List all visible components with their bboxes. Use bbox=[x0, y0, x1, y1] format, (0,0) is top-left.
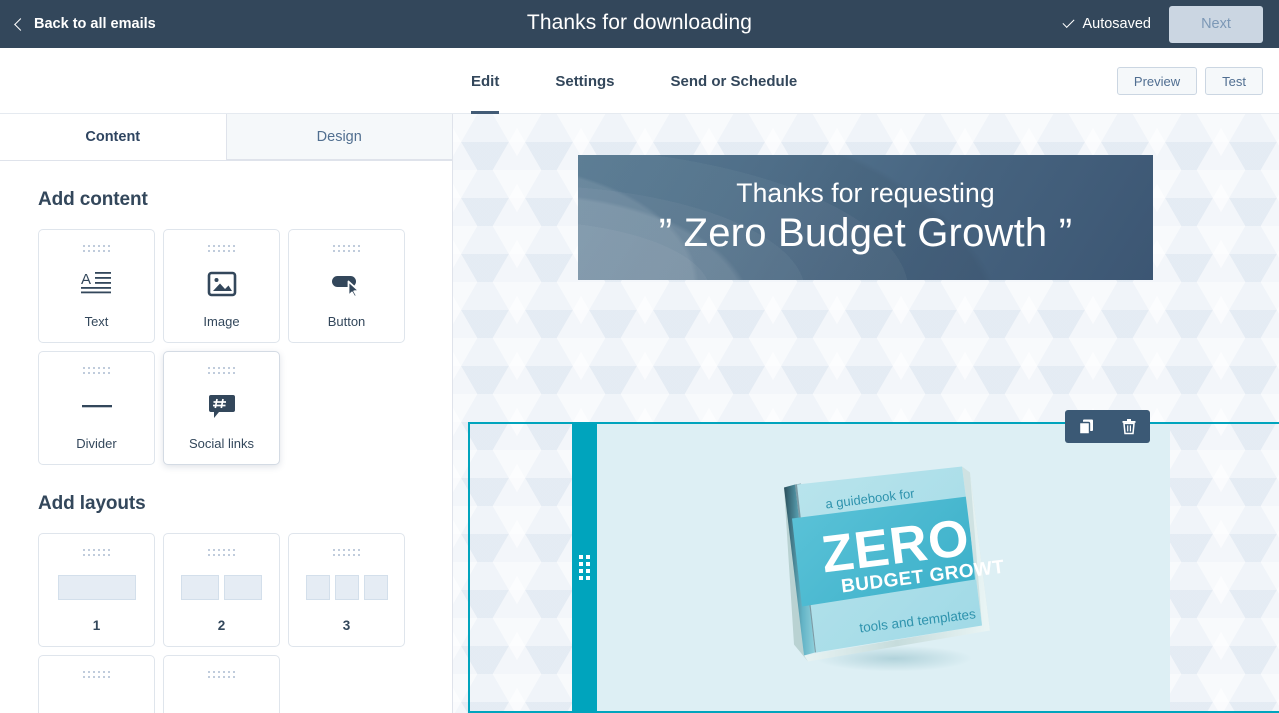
sidebar-tab-content[interactable]: Content bbox=[0, 114, 226, 160]
back-to-all-emails-link[interactable]: Back to all emails bbox=[14, 16, 156, 32]
module-drag-handle[interactable] bbox=[572, 424, 597, 711]
tab-edit[interactable]: Edit bbox=[471, 48, 500, 114]
divider-icon bbox=[39, 375, 154, 436]
content-card-text[interactable]: A Text bbox=[38, 229, 155, 343]
module-toolbar bbox=[1065, 410, 1150, 443]
layout-preview-5 bbox=[164, 679, 279, 713]
layout-card-5[interactable] bbox=[163, 655, 280, 713]
drag-dots-icon bbox=[82, 367, 111, 375]
content-card-button[interactable]: Button bbox=[288, 229, 405, 343]
module-content-area[interactable]: a guidebook for ZERO BUDGET GROWTH tools… bbox=[597, 424, 1170, 711]
check-icon bbox=[1062, 15, 1075, 29]
layout-card-1[interactable]: 1 bbox=[38, 533, 155, 647]
tab-settings[interactable]: Settings bbox=[555, 48, 614, 114]
content-card-label: Divider bbox=[76, 436, 117, 451]
top-bar: Back to all emails Thanks for downloadin… bbox=[0, 0, 1279, 48]
drag-dots-icon bbox=[207, 549, 236, 557]
autosaved-status: Autosaved bbox=[1062, 15, 1151, 32]
add-content-title: Add content bbox=[38, 189, 148, 210]
sidebar-tab-design[interactable]: Design bbox=[225, 114, 452, 160]
book-image: a guidebook for ZERO BUDGET GROWTH tools… bbox=[764, 460, 1019, 675]
left-sidebar: Content Design Add content A Text Image … bbox=[0, 114, 453, 713]
preview-button[interactable]: Preview bbox=[1116, 67, 1198, 95]
hero-banner-module[interactable]: Thanks for requesting ” Zero Budget Grow… bbox=[578, 155, 1153, 280]
drag-dots-icon bbox=[82, 671, 111, 679]
drag-dots-icon bbox=[332, 549, 361, 557]
layout-card-4[interactable] bbox=[38, 655, 155, 713]
drag-dots-icon bbox=[332, 245, 361, 253]
add-content-grid: A Text Image Button Divider Social links bbox=[38, 229, 414, 465]
drag-dots-icon bbox=[207, 671, 236, 679]
chevron-left-icon bbox=[14, 17, 27, 31]
drag-dots-icon bbox=[207, 245, 236, 253]
layout-card-2[interactable]: 2 bbox=[163, 533, 280, 647]
add-layouts-grid: 1 2 3 bbox=[38, 533, 414, 713]
layout-card-label: 2 bbox=[217, 618, 226, 633]
drag-dots-icon bbox=[207, 367, 236, 375]
layout-preview-1-column bbox=[39, 557, 154, 618]
layout-card-label: 1 bbox=[92, 618, 101, 633]
autosaved-label: Autosaved bbox=[1082, 16, 1151, 32]
top-bar-actions: Autosaved Next bbox=[1062, 0, 1263, 48]
tab-send-or-schedule[interactable]: Send or Schedule bbox=[671, 48, 798, 114]
add-layouts-title: Add layouts bbox=[38, 493, 146, 514]
layout-preview-4 bbox=[39, 679, 154, 713]
layout-preview-3-column bbox=[289, 557, 404, 618]
drag-dots-icon bbox=[82, 549, 111, 557]
content-card-label: Button bbox=[327, 314, 366, 329]
trash-icon[interactable] bbox=[1121, 418, 1137, 435]
preview-test-actions: Preview Test bbox=[1116, 48, 1263, 114]
layout-preview-2-column bbox=[164, 557, 279, 618]
duplicate-icon[interactable] bbox=[1078, 418, 1095, 435]
text-icon: A bbox=[39, 253, 154, 314]
svg-text:A: A bbox=[81, 271, 91, 288]
content-card-social-links[interactable]: Social links bbox=[163, 351, 280, 465]
button-icon bbox=[289, 253, 404, 314]
content-card-label: Social links bbox=[188, 436, 255, 451]
layout-card-label: 3 bbox=[342, 618, 351, 633]
drag-dots-icon bbox=[82, 245, 111, 253]
layout-card-3[interactable]: 3 bbox=[288, 533, 405, 647]
content-card-label: Image bbox=[203, 314, 240, 329]
content-card-divider[interactable]: Divider bbox=[38, 351, 155, 465]
hero-text-wrap: Thanks for requesting ” Zero Budget Grow… bbox=[578, 155, 1153, 280]
hero-line-1: Thanks for requesting bbox=[736, 177, 995, 208]
test-button[interactable]: Test bbox=[1205, 67, 1263, 95]
drag-handle-icon bbox=[579, 555, 590, 580]
content-card-image[interactable]: Image bbox=[163, 229, 280, 343]
main-tabs: Edit Settings Send or Schedule bbox=[471, 48, 797, 114]
sidebar-body: Add content A Text Image Button Divider … bbox=[0, 189, 452, 713]
email-canvas[interactable]: Thanks for requesting ” Zero Budget Grow… bbox=[453, 114, 1279, 713]
main-tab-bar: Edit Settings Send or Schedule Preview T… bbox=[0, 48, 1279, 114]
selected-image-module[interactable]: a guidebook for ZERO BUDGET GROWTH tools… bbox=[468, 410, 1279, 713]
back-to-all-emails-label: Back to all emails bbox=[34, 16, 156, 32]
next-button[interactable]: Next bbox=[1169, 5, 1263, 43]
sidebar-tabs: Content Design bbox=[0, 114, 452, 161]
image-icon bbox=[164, 253, 279, 314]
hero-line-2: ” Zero Budget Growth ” bbox=[658, 210, 1073, 255]
social-links-icon bbox=[164, 375, 279, 436]
content-card-label: Text bbox=[84, 314, 109, 329]
